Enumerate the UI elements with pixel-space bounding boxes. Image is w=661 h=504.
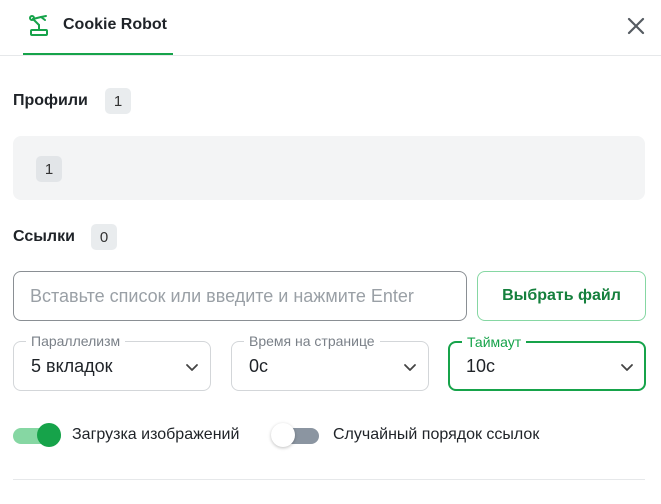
divider bbox=[13, 479, 645, 480]
tab-cookie-robot[interactable]: Cookie Robot bbox=[23, 0, 173, 55]
random-order-toggle[interactable] bbox=[271, 423, 319, 447]
profiles-list: 1 bbox=[13, 136, 645, 200]
parallelism-value: 5 вкладок bbox=[31, 356, 113, 376]
header: Cookie Robot bbox=[0, 0, 661, 56]
links-count-badge: 0 bbox=[91, 224, 117, 250]
chevron-down-icon bbox=[404, 364, 416, 371]
page-time-label: Время на странице bbox=[244, 333, 380, 349]
random-order-toggle-label: Случайный порядок ссылок bbox=[333, 426, 540, 443]
close-icon[interactable] bbox=[624, 14, 648, 38]
robot-arm-icon bbox=[29, 15, 48, 36]
page-time-select[interactable]: Время на странице 0с bbox=[231, 333, 429, 391]
tab-title: Cookie Robot bbox=[63, 16, 167, 33]
choose-file-button[interactable]: Выбрать файл bbox=[477, 271, 646, 321]
images-toggle[interactable] bbox=[13, 423, 61, 447]
chevron-down-icon bbox=[186, 364, 198, 371]
links-label: Ссылки bbox=[13, 228, 75, 245]
images-toggle-label: Загрузка изображений bbox=[72, 426, 240, 443]
chevron-down-icon bbox=[621, 364, 633, 371]
parallelism-label: Параллелизм bbox=[26, 333, 126, 349]
page-time-value: 0с bbox=[249, 356, 269, 376]
timeout-select[interactable]: Таймаут 10с bbox=[448, 334, 646, 391]
toggle-knob bbox=[37, 423, 61, 447]
parallelism-select[interactable]: Параллелизм 5 вкладок bbox=[13, 333, 211, 391]
toggle-knob bbox=[271, 423, 295, 447]
profile-chip[interactable]: 1 bbox=[36, 156, 62, 182]
timeout-value: 10с bbox=[466, 356, 496, 376]
links-input[interactable] bbox=[13, 271, 467, 321]
profiles-count-badge: 1 bbox=[105, 88, 131, 114]
profiles-label: Профили bbox=[13, 92, 88, 109]
timeout-label: Таймаут bbox=[462, 334, 527, 350]
